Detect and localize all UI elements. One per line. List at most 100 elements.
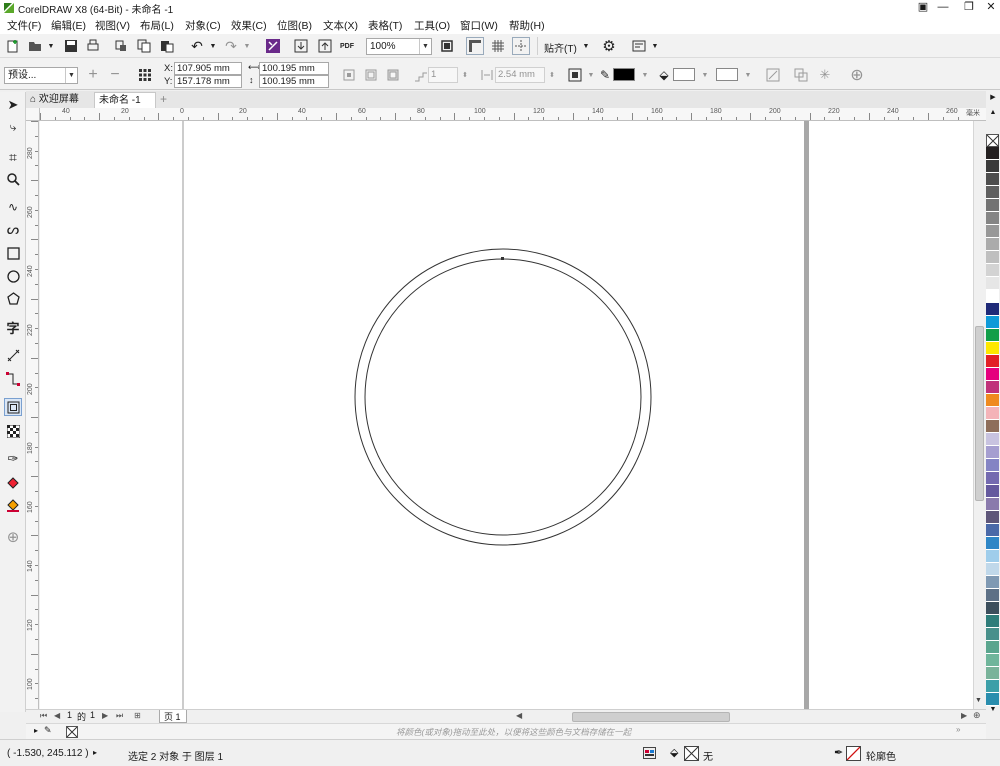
zoom-navigator-icon[interactable]: ⊕: [973, 710, 981, 721]
color-swatch[interactable]: [986, 355, 999, 368]
rectangle-tool-icon[interactable]: [4, 244, 22, 262]
menu-layout[interactable]: 布局(L): [140, 18, 174, 33]
outer-contour-circle[interactable]: [354, 248, 652, 546]
previous-page-icon[interactable]: ◀: [54, 711, 60, 720]
options-gear-icon[interactable]: ⚙: [600, 37, 618, 55]
interactive-fill-tool-icon[interactable]: [4, 474, 22, 492]
color-swatch[interactable]: [986, 160, 999, 173]
menu-window[interactable]: 窗口(W): [460, 18, 498, 33]
fill-bucket-icon[interactable]: ⬙: [655, 66, 673, 84]
preset-select[interactable]: 预设... ▼: [4, 67, 78, 84]
color-swatch[interactable]: [986, 238, 999, 251]
outline-color-swatch[interactable]: [613, 68, 635, 81]
palette-scroll-up-icon[interactable]: ▲: [987, 109, 999, 116]
object-acceleration-icon[interactable]: [764, 66, 782, 84]
outline-color-swatch[interactable]: [846, 746, 861, 761]
color-swatch[interactable]: [986, 329, 999, 342]
to-center-icon[interactable]: [340, 66, 358, 84]
fill-color-2-swatch[interactable]: [716, 68, 738, 81]
menu-view[interactable]: 视图(V): [95, 18, 130, 33]
color-swatch[interactable]: [986, 498, 999, 511]
color-swatch[interactable]: [986, 615, 999, 628]
contour-offset-icon[interactable]: [478, 66, 496, 84]
color-swatch[interactable]: [986, 680, 999, 693]
scroll-left-arrow-icon[interactable]: ◀: [516, 711, 522, 720]
save-icon[interactable]: [62, 37, 80, 55]
add-preset-icon[interactable]: +: [84, 66, 102, 84]
menu-bitmaps[interactable]: 位图(B): [277, 18, 312, 33]
vertical-scroll-thumb[interactable]: [975, 326, 984, 501]
shape-tool-icon[interactable]: ⤷: [4, 118, 22, 136]
color-swatch[interactable]: [986, 628, 999, 641]
next-page-icon[interactable]: ▶: [102, 711, 108, 720]
color-swatch[interactable]: [986, 251, 999, 264]
freehand-tool-icon[interactable]: ∿: [4, 198, 22, 216]
selection-node-handle[interactable]: [501, 257, 504, 260]
snap-dropdown-icon[interactable]: ▼: [577, 37, 595, 55]
height-input[interactable]: 100.195 mm: [259, 75, 329, 88]
publish-pdf-icon[interactable]: PDF: [338, 37, 356, 55]
contour-offset-input[interactable]: 2.54 mm: [495, 67, 545, 83]
menu-edit[interactable]: 编辑(E): [51, 18, 86, 33]
fill-none-swatch[interactable]: [684, 746, 699, 761]
palette-expand-icon[interactable]: ▶: [987, 93, 999, 101]
drawing-canvas[interactable]: [40, 121, 973, 709]
color-swatch[interactable]: [986, 212, 999, 225]
tab-document[interactable]: 未命名 -1: [94, 92, 156, 108]
add-page-icon[interactable]: ⊞: [134, 711, 141, 720]
menu-effects[interactable]: 效果(C): [231, 18, 267, 33]
color-swatch[interactable]: [986, 524, 999, 537]
outline-color-pen-icon[interactable]: ✎: [596, 66, 614, 84]
open-dropdown-icon[interactable]: ▼: [42, 37, 60, 55]
color-swatch[interactable]: [986, 693, 999, 706]
outline-color-dropdown-icon[interactable]: ▼: [636, 66, 654, 84]
color-swatch[interactable]: [986, 589, 999, 602]
first-page-icon[interactable]: ⏮: [40, 711, 47, 721]
color-swatch[interactable]: [986, 563, 999, 576]
color-swatch[interactable]: [986, 576, 999, 589]
tab-welcome-screen[interactable]: ⌂ 欢迎屏幕: [26, 92, 94, 108]
color-swatch[interactable]: [986, 433, 999, 446]
color-swatch[interactable]: [986, 225, 999, 238]
fill-color-dropdown-icon[interactable]: ▼: [696, 66, 714, 84]
scroll-right-arrow-icon[interactable]: ▶: [961, 711, 967, 720]
add-tool-icon[interactable]: ⊕: [4, 528, 22, 546]
close-button[interactable]: ✕: [978, 0, 1000, 16]
show-guidelines-icon[interactable]: [512, 37, 530, 55]
color-swatch[interactable]: [986, 550, 999, 563]
search-content-icon[interactable]: [264, 37, 282, 55]
menu-tools[interactable]: 工具(O): [414, 18, 450, 33]
copy-contour-properties-icon[interactable]: [792, 66, 810, 84]
no-color-swatch[interactable]: [986, 134, 999, 147]
print-icon[interactable]: [84, 37, 102, 55]
undo-dropdown-icon[interactable]: ▼: [204, 37, 222, 55]
document-palette-expand-icon[interactable]: ▸: [34, 726, 38, 735]
launcher-dropdown-icon[interactable]: ▼: [646, 37, 664, 55]
x-position-input[interactable]: 107.905 mm: [174, 62, 242, 75]
color-swatch[interactable]: [986, 199, 999, 212]
export-icon[interactable]: [316, 37, 334, 55]
eyedropper-icon[interactable]: ✎: [44, 725, 52, 736]
full-screen-icon[interactable]: [438, 37, 456, 55]
inside-icon[interactable]: [362, 66, 380, 84]
palette-scroll-down-icon[interactable]: ▼: [986, 706, 1000, 713]
status-expand-icon[interactable]: ▸: [93, 748, 97, 757]
color-swatch[interactable]: [986, 641, 999, 654]
horizontal-scroll-thumb[interactable]: [572, 712, 730, 722]
color-swatch[interactable]: [986, 537, 999, 550]
color-swatch[interactable]: [986, 602, 999, 615]
inner-circle[interactable]: [364, 258, 642, 536]
add-tab-button[interactable]: +: [156, 92, 171, 108]
offset-spinner-icon[interactable]: ⬍: [543, 66, 561, 84]
menu-file[interactable]: 文件(F): [7, 18, 41, 33]
paste-icon[interactable]: [158, 37, 176, 55]
ruler-origin[interactable]: [26, 108, 40, 121]
scroll-down-arrow-icon[interactable]: ▼: [975, 697, 982, 704]
show-grid-icon[interactable]: [489, 37, 507, 55]
color-swatch[interactable]: [986, 381, 999, 394]
last-page-icon[interactable]: ⏭: [116, 711, 123, 721]
zoom-tool-icon[interactable]: [4, 170, 22, 188]
smart-fill-tool-icon[interactable]: [4, 496, 22, 514]
color-swatch[interactable]: [986, 446, 999, 459]
no-color-swatch[interactable]: [66, 726, 78, 738]
